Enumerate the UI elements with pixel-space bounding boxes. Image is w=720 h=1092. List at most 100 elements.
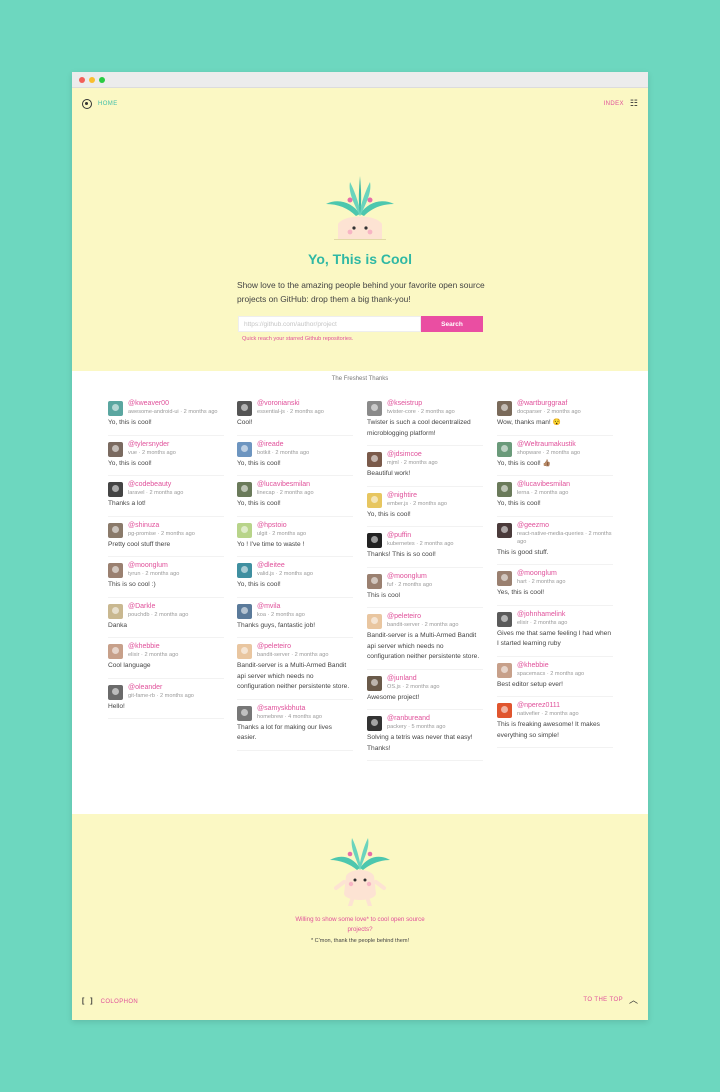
username-link[interactable]: @moonglum xyxy=(517,569,566,578)
user-avatar[interactable] xyxy=(497,611,512,627)
thank-message: Best editor setup ever! xyxy=(497,680,563,688)
username-link[interactable]: @nperez0111 xyxy=(517,701,579,710)
card-header: @peleteiro bandit-server · 2 months ago xyxy=(237,642,353,659)
user-avatar[interactable] xyxy=(237,644,252,659)
user-avatar[interactable] xyxy=(367,716,382,731)
username-link[interactable]: @ireade xyxy=(257,440,309,449)
user-avatar[interactable] xyxy=(497,401,512,416)
user-avatar[interactable] xyxy=(367,573,382,589)
search-button[interactable]: Search xyxy=(421,316,483,332)
username-link[interactable]: @kweaver00 xyxy=(128,399,218,408)
username-link[interactable]: @peleteiro xyxy=(257,642,329,651)
user-avatar[interactable] xyxy=(108,522,123,538)
username-link[interactable]: @geezmo xyxy=(517,521,613,530)
username-link[interactable]: @tylersnyder xyxy=(128,440,176,449)
user-avatar[interactable] xyxy=(497,482,512,497)
username-link[interactable]: @khebbie xyxy=(128,642,178,651)
thank-message: Gives me that same feeling I had when I … xyxy=(497,629,611,648)
username-link[interactable]: @hpstoio xyxy=(257,521,306,530)
user-avatar[interactable] xyxy=(237,522,252,538)
username-link[interactable]: @codebeauty xyxy=(128,480,183,489)
user-avatar[interactable] xyxy=(367,675,382,691)
username-link[interactable]: @khebbie xyxy=(517,661,584,670)
username-link[interactable]: @samyskbhuta xyxy=(257,704,322,713)
card-header: @voronianski essential-js · 2 months ago xyxy=(237,399,353,416)
colophon-link[interactable]: [ ] COLOPHON xyxy=(82,998,138,1005)
username-link[interactable]: @oleander xyxy=(128,683,194,692)
card-user-info: @kseistrup twister-core · 2 months ago xyxy=(387,399,455,416)
repo-and-time: valid.js · 2 months ago xyxy=(257,571,313,577)
user-avatar[interactable] xyxy=(497,522,512,538)
username-link[interactable]: @nightire xyxy=(387,491,447,500)
user-avatar[interactable] xyxy=(237,482,252,497)
card-header: @nperez0111 nativefier · 2 months ago xyxy=(497,701,613,718)
user-avatar[interactable] xyxy=(108,563,123,578)
username-link[interactable]: @mvila xyxy=(257,602,305,611)
user-avatar[interactable] xyxy=(497,441,512,457)
card-header: @tylersnyder vue · 2 months ago xyxy=(108,440,224,457)
card-header: @oleander git-fame-rb · 2 months ago xyxy=(108,683,224,700)
username-link[interactable]: @Weltraumakustik xyxy=(517,440,580,449)
user-avatar[interactable] xyxy=(497,703,512,718)
user-avatar[interactable] xyxy=(237,603,252,619)
user-avatar[interactable] xyxy=(367,492,382,508)
card-user-info: @johnhamelink elixir · 2 months ago xyxy=(517,610,567,627)
close-window-button[interactable] xyxy=(79,76,85,83)
user-avatar[interactable] xyxy=(108,482,123,497)
user-avatar[interactable] xyxy=(367,533,382,548)
thank-card: @kweaver00 awesome-android-ui · 2 months … xyxy=(108,395,224,436)
brackets-icon: [ ] xyxy=(82,998,95,1005)
card-header: @Darkle pouchdb · 2 months ago xyxy=(108,602,224,619)
index-label: INDEX xyxy=(603,100,624,107)
username-link[interactable]: @moonglum xyxy=(387,572,432,581)
minimize-window-button[interactable] xyxy=(89,76,95,83)
thank-card: @khebbie elixir · 2 months ago Cool langua… xyxy=(108,638,224,679)
repo-and-time: OS.js · 2 months ago xyxy=(387,683,440,690)
footer-cta-link[interactable]: Willing to show some love* to cool open … xyxy=(290,915,430,935)
username-link[interactable]: @kseistrup xyxy=(387,399,455,408)
user-avatar[interactable] xyxy=(367,614,382,629)
repo-and-time: elixir · 2 months ago xyxy=(128,652,179,658)
back-to-top-link[interactable]: TO THE TOP ︿ xyxy=(583,993,638,1006)
username-link[interactable]: @puffin xyxy=(387,531,454,540)
user-avatar[interactable] xyxy=(237,705,252,721)
user-avatar[interactable] xyxy=(108,684,123,700)
username-link[interactable]: @wartburggraaf xyxy=(517,399,581,408)
repo-url-input[interactable] xyxy=(238,316,421,332)
username-link[interactable]: @junland xyxy=(387,674,440,683)
home-link[interactable]: HOME xyxy=(82,99,118,109)
user-avatar[interactable] xyxy=(367,452,382,467)
user-avatar[interactable] xyxy=(367,401,382,416)
username-link[interactable]: @lucavibesmilan xyxy=(517,480,570,489)
username-link[interactable]: @johnhamelink xyxy=(517,610,567,619)
user-avatar[interactable] xyxy=(497,662,512,678)
thank-message: This is so cool :) xyxy=(108,581,156,588)
thank-card: @samyskbhuta homebrew · 4 months ago Thank… xyxy=(237,700,353,751)
index-link[interactable]: INDEX ☷ xyxy=(604,99,638,108)
card-header: @moonglum hart · 2 months ago xyxy=(497,569,613,586)
user-avatar[interactable] xyxy=(237,401,252,416)
card-header: @puffin kubernetes · 2 months ago xyxy=(367,531,483,548)
username-link[interactable]: @Darkle xyxy=(128,602,188,611)
user-avatar[interactable] xyxy=(237,563,252,578)
window-titlebar xyxy=(72,72,648,88)
username-link[interactable]: @moonglum xyxy=(128,561,179,570)
user-avatar[interactable] xyxy=(497,571,512,586)
user-avatar[interactable] xyxy=(108,603,123,619)
username-link[interactable]: @voronianski xyxy=(257,399,324,408)
username-link[interactable]: @shinuza xyxy=(128,521,195,530)
user-avatar[interactable] xyxy=(108,441,123,457)
maximize-window-button[interactable] xyxy=(99,76,105,83)
username-link[interactable]: @jdsimcoe xyxy=(387,450,438,459)
card-header: @khebbie spacemacs · 2 months ago xyxy=(497,661,613,678)
username-link[interactable]: @peleteiro xyxy=(387,612,459,621)
username-link[interactable]: @dleitee xyxy=(257,561,313,570)
card-user-info: @tylersnyder vue · 2 months ago xyxy=(128,440,176,457)
user-avatar[interactable] xyxy=(108,401,123,416)
starred-repos-link[interactable]: Quick reach your starred Github reposito… xyxy=(242,336,353,342)
username-link[interactable]: @lucavibesmilan xyxy=(257,480,314,489)
user-avatar[interactable] xyxy=(108,644,123,659)
user-avatar[interactable] xyxy=(237,441,252,457)
card-user-info: @ireade botkit · 2 months ago xyxy=(257,440,309,457)
username-link[interactable]: @ranbureand xyxy=(387,714,445,723)
